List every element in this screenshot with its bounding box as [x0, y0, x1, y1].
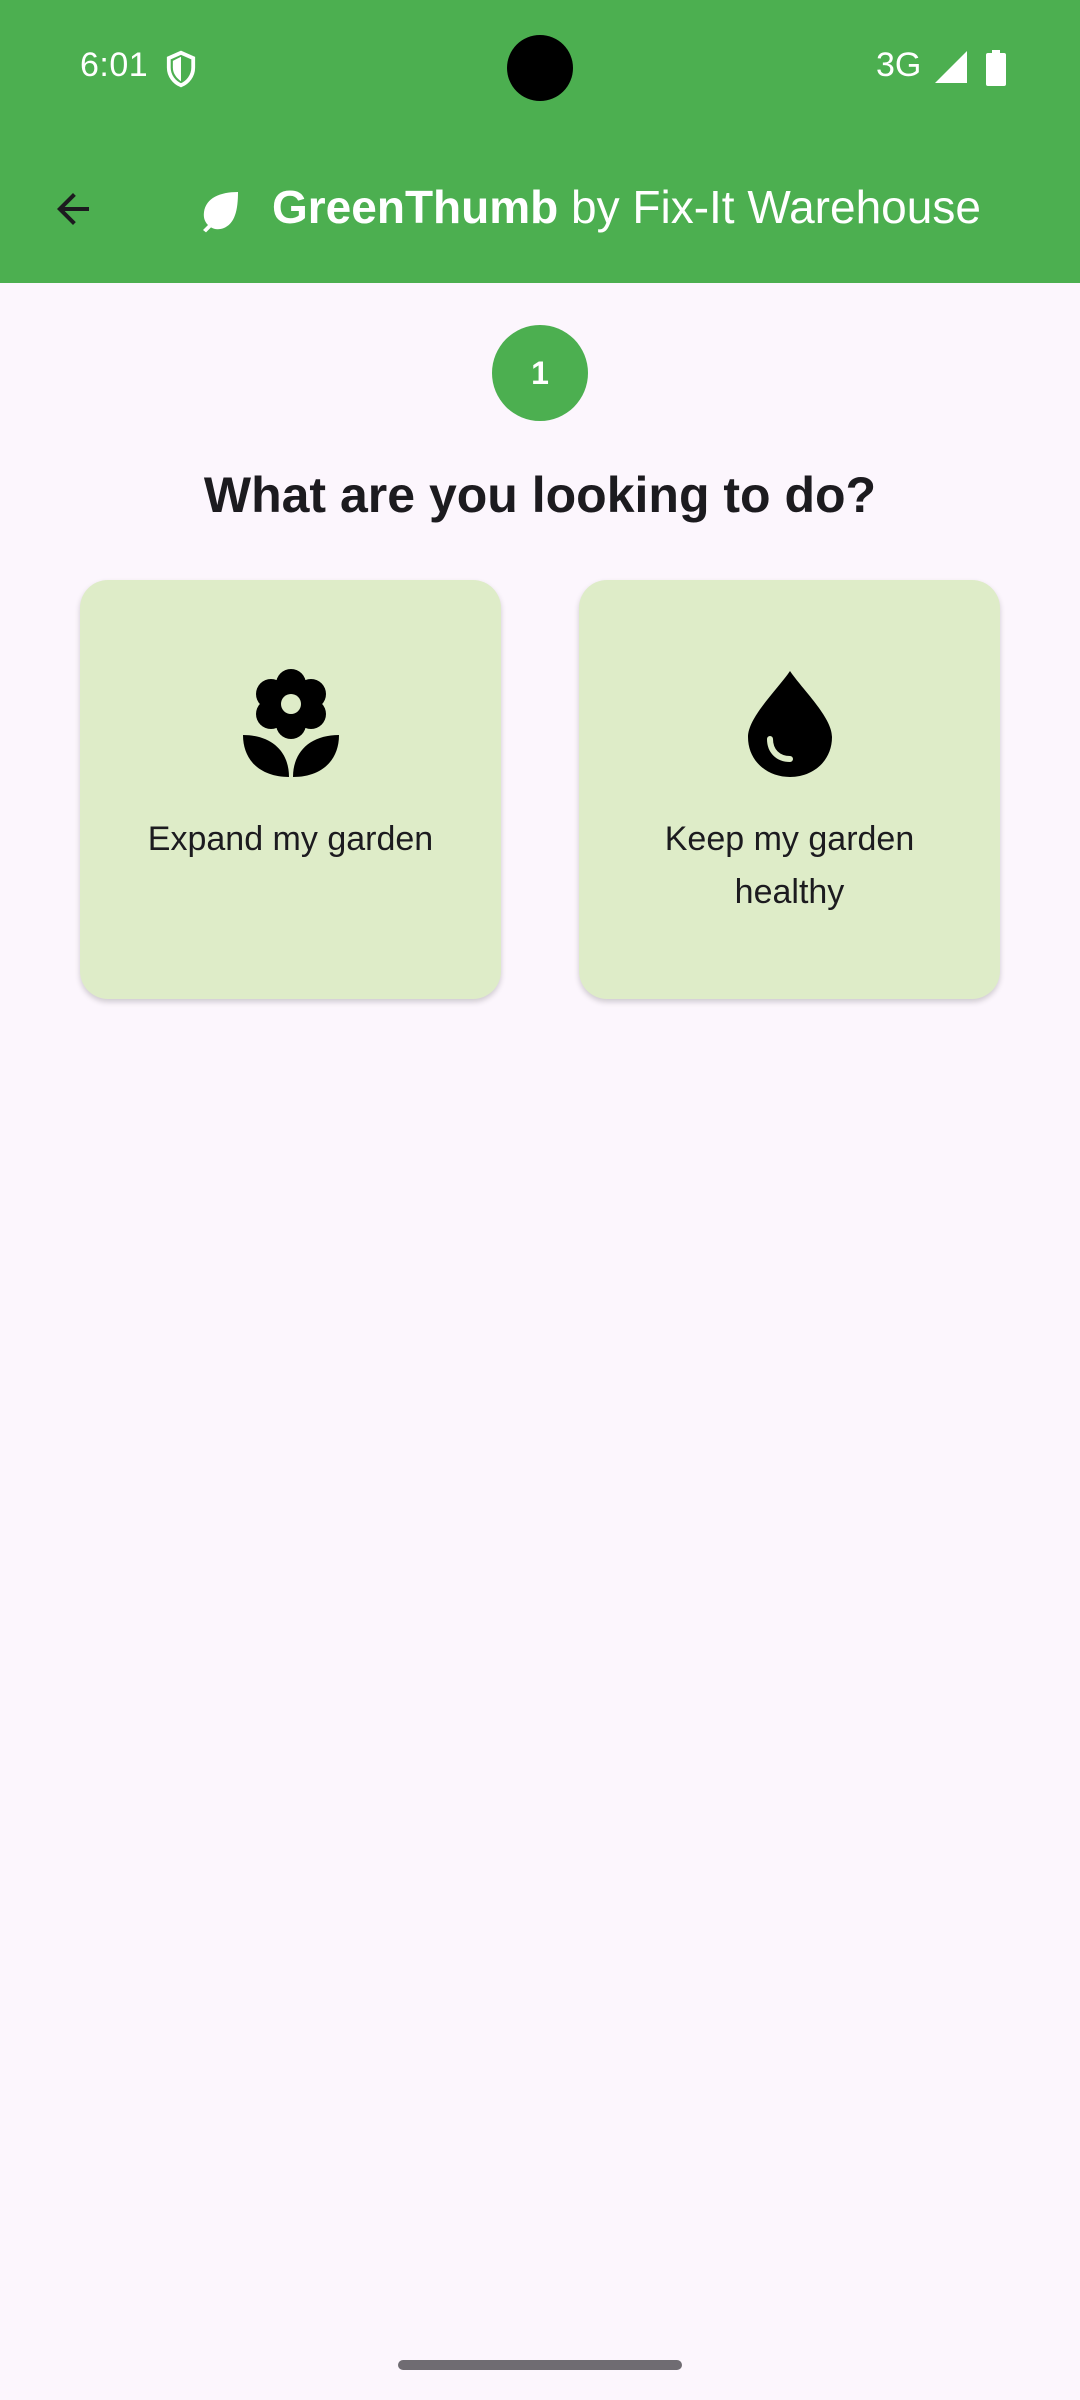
option-expand-garden[interactable]: Expand my garden [80, 580, 501, 999]
home-indicator[interactable] [398, 2360, 682, 2370]
camera-cutout [507, 35, 573, 101]
screen: 6:01 3G GreenThumb by Fix-It Warehouse 1… [0, 0, 1080, 2400]
option-label: Expand my garden [147, 820, 434, 858]
app-title: GreenThumb by Fix-It Warehouse [272, 180, 981, 234]
option-keep-healthy[interactable]: Keep my garden healthy [579, 580, 1000, 999]
arrow-back-icon [57, 193, 89, 225]
status-time: 6:01 [80, 46, 149, 84]
step-indicator: 1 [492, 325, 588, 421]
signal-icon [935, 51, 967, 83]
shield-icon [166, 50, 196, 88]
app-brand: GreenThumb [272, 181, 559, 233]
option-label: Keep my garden healthy [664, 820, 915, 911]
battery-icon [986, 50, 1006, 86]
network-type: 3G [876, 46, 922, 84]
water-drop-icon [747, 671, 832, 777]
flower-icon [242, 669, 339, 777]
leaf-icon [203, 192, 238, 233]
back-button[interactable] [36, 172, 110, 246]
status-bar: 6:01 3G [0, 0, 1080, 136]
app-bar: GreenThumb by Fix-It Warehouse [0, 136, 1080, 283]
app-byline: by Fix-It Warehouse [558, 181, 981, 233]
header: 6:01 3G GreenThumb by Fix-It Warehouse [0, 0, 1080, 283]
question-heading: What are you looking to do? [203, 467, 877, 523]
